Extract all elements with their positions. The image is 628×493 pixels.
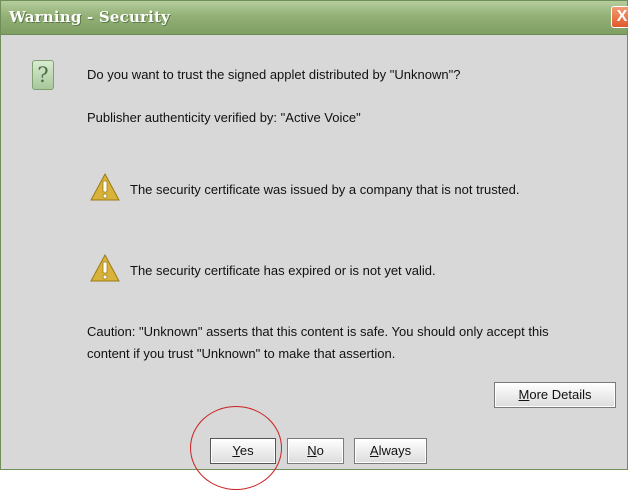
publisher-verification: Publisher authenticity verified by: "Act…	[87, 110, 361, 125]
no-button[interactable]: No	[287, 438, 344, 464]
trust-question: Do you want to trust the signed applet d…	[87, 67, 461, 82]
caution-text-line2: content if you trust "Unknown" to make t…	[87, 346, 396, 361]
more-details-button[interactable]: More Details	[494, 382, 616, 408]
warning-icon	[90, 172, 120, 201]
window-title: Warning - Security	[9, 8, 171, 26]
warning-untrusted-issuer: The security certificate was issued by a…	[130, 182, 520, 197]
close-icon[interactable]: X	[611, 6, 628, 28]
yes-button[interactable]: Yes	[210, 438, 276, 464]
title-bar[interactable]: Warning - Security X	[1, 1, 628, 35]
warning-expired-certificate: The security certificate has expired or …	[130, 263, 436, 278]
always-button[interactable]: Always	[354, 438, 427, 464]
caution-text-line1: Caution: "Unknown" asserts that this con…	[87, 324, 549, 339]
security-warning-dialog: Warning - Security X ? Do you want to tr…	[0, 0, 628, 470]
warning-icon	[90, 253, 120, 282]
question-icon: ?	[32, 60, 54, 90]
